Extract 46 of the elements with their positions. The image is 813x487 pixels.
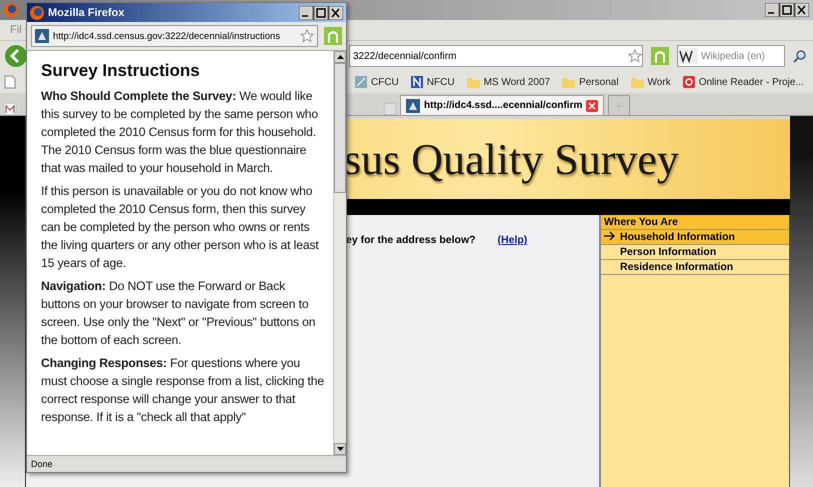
address-bar[interactable]: http://idc4.ssd.census.gov:3222/decennial/instructions xyxy=(31,25,318,47)
folder-icon xyxy=(562,76,576,88)
question-text: ey for the address below? xyxy=(346,234,476,246)
search-field[interactable]: Wikipedia (en) xyxy=(677,45,785,67)
bookmark-link[interactable]: Personal xyxy=(579,76,619,88)
paragraph: Changing Responses: For questions where you must choose a single response from a list, clicking the correct response will change your answer to that response. If it is a "check all that apply" xyxy=(41,355,325,426)
star-icon[interactable] xyxy=(300,29,314,43)
address-bar[interactable]: 3222/decennial/confirm xyxy=(349,45,643,67)
reader-icon xyxy=(682,76,695,88)
bookmark-link[interactable]: Online Reader - Proje... xyxy=(698,76,804,88)
scroll-down-icon[interactable] xyxy=(336,447,344,451)
mail-icon xyxy=(4,103,16,115)
sidebar-item[interactable]: Residence Information xyxy=(601,260,789,275)
browser-tab[interactable]: http://idc4.ssd....ecennial/confirm xyxy=(400,95,604,115)
scrollbar[interactable] xyxy=(333,51,346,455)
paragraph: If this person is unavailable or you do not know who completed the 2010 Census form, then this survey can be completed by the person who owns or rents the living quarters or any other person who is at least 15 years of age. xyxy=(41,183,320,272)
close-icon[interactable] xyxy=(586,100,598,112)
search-icon[interactable] xyxy=(793,49,807,63)
site-icon xyxy=(35,29,49,43)
arrow-icon xyxy=(604,231,616,241)
back-button-icon[interactable] xyxy=(4,44,28,68)
window-controls-icon[interactable] xyxy=(299,6,343,20)
paragraph: Navigation: Do NOT use the Forward or Back buttons on your browser to navigate from screen to screen. Use only the "Next" or "Previous" buttons on the bottom of each screen. xyxy=(41,278,316,349)
sidebar-item[interactable]: Person Information xyxy=(601,245,789,260)
window-title: Mozilla Firefox xyxy=(48,6,124,18)
status-text: Done xyxy=(31,459,53,469)
bookmark-link[interactable]: CFCU xyxy=(371,76,399,88)
scroll-up-icon[interactable] xyxy=(336,55,344,59)
banner-title: sus Quality Survey xyxy=(344,134,679,184)
w-logo-icon xyxy=(678,48,698,64)
folder-icon xyxy=(466,76,480,88)
page-heading: Survey Instructions xyxy=(41,61,201,81)
folder-icon xyxy=(630,76,644,88)
star-icon[interactable] xyxy=(628,49,642,63)
n-logo-icon xyxy=(410,76,423,88)
paragraph: Who Should Complete the Survey: We would like this survey to be completed by the same person who completed the 2010 Census form for this household. The 2010 Census form was the blue questionnaire that was mailed to your household in March. xyxy=(41,88,320,177)
sidebar-item[interactable]: Household Information xyxy=(601,230,789,245)
site-icon xyxy=(406,98,420,112)
bookmark-link[interactable]: NFCU xyxy=(426,76,455,88)
sidebar-heading: Where You Are xyxy=(601,215,789,230)
bookmark-link[interactable]: Work xyxy=(648,76,671,88)
feed-icon xyxy=(355,76,367,88)
page-icon xyxy=(4,75,16,89)
bookmark-link[interactable]: MS Word 2007 xyxy=(484,76,550,88)
help-link[interactable]: (Help) xyxy=(498,234,528,246)
window-controls-icon[interactable] xyxy=(765,3,809,17)
